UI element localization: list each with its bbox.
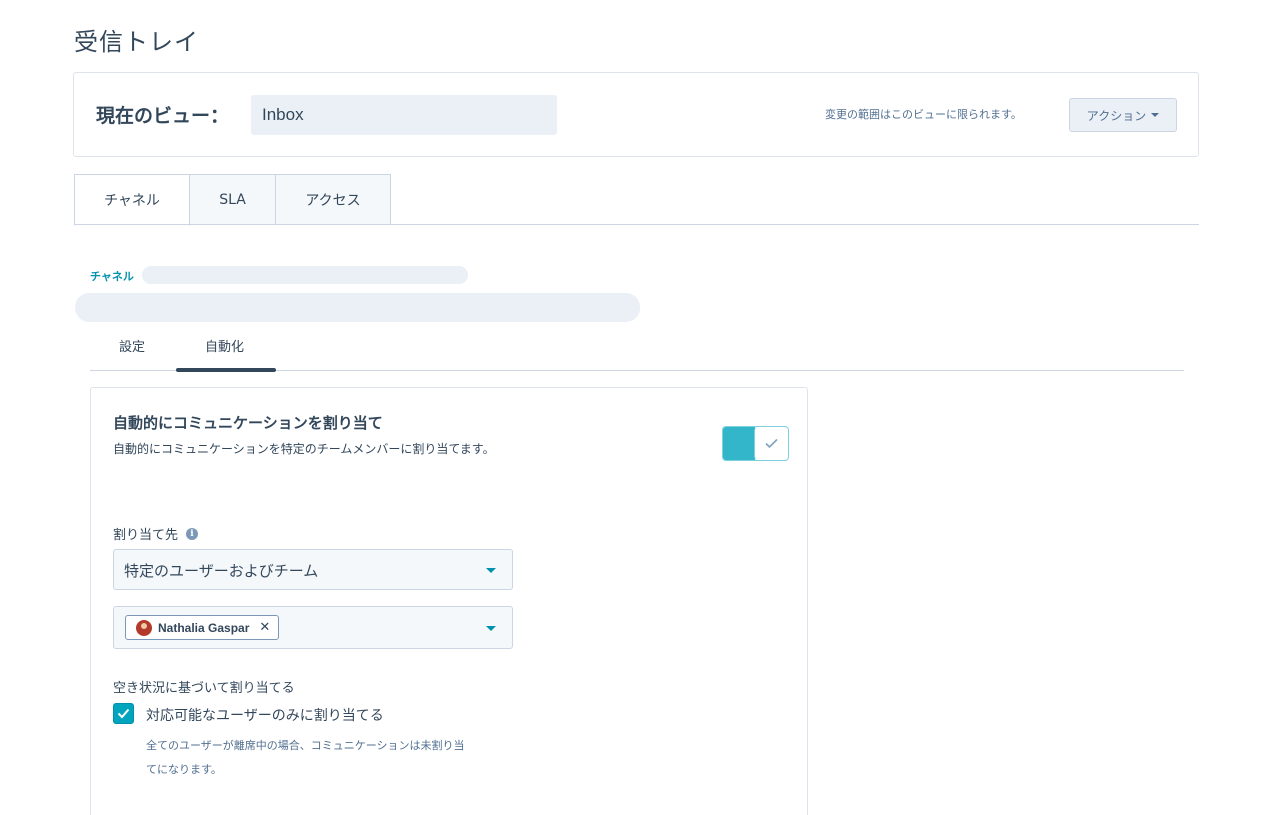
main-tabs: チャネル SLA アクセス [74, 174, 391, 226]
tab-access[interactable]: アクセス [275, 174, 391, 225]
view-name-input[interactable]: Inbox [251, 95, 557, 135]
tab-sla[interactable]: SLA [189, 174, 276, 225]
tabs-divider [74, 224, 1199, 225]
help-text-line: てになります。 [146, 763, 222, 776]
scope-note: 変更の範囲はこのビューに限られます。 [825, 108, 1022, 121]
caret-down-icon [486, 568, 496, 573]
assign-to-label: 割り当て先 i [113, 524, 199, 543]
tab-channels[interactable]: チャネル [74, 174, 190, 226]
auto-assign-description: 自動的にコミュニケーションを特定のチームメンバーに割り当てます。 [113, 442, 495, 456]
assignee-select[interactable]: Nathalia Gaspar ✕ [113, 606, 513, 649]
available-only-label: 対応可能なユーザーのみに割り当てる [146, 708, 384, 724]
assign-type-value: 特定のユーザーおよびチーム [124, 562, 319, 580]
avatar [136, 619, 152, 636]
toggle-track [723, 427, 755, 460]
availability-help-text: 全てのユーザーが離席中の場合、コミュニケーションは未割り当 てになります。 [146, 734, 526, 782]
caret-down-icon [1151, 113, 1160, 117]
assign-type-select[interactable]: 特定のユーザーおよびチーム [113, 549, 513, 590]
auto-assign-toggle[interactable] [722, 426, 789, 461]
assign-to-text: 割り当て先 [113, 528, 179, 543]
actions-dropdown-button[interactable]: アクション [1069, 98, 1177, 132]
automation-card: 自動的にコミュニケーションを割り当て 自動的にコミュニケーションを特定のチームメ… [90, 387, 808, 815]
check-icon [765, 438, 778, 449]
checkmark-icon [117, 708, 130, 719]
caret-down-icon [486, 626, 496, 631]
subtab-settings[interactable]: 設定 [119, 336, 145, 355]
page-title: 受信トレイ [74, 28, 199, 56]
loading-placeholder [142, 266, 468, 284]
auto-assign-title: 自動的にコミュニケーションを割り当て [113, 414, 383, 432]
available-only-checkbox[interactable] [113, 703, 134, 724]
info-icon[interactable]: i [186, 527, 199, 540]
actions-label: アクション [1086, 108, 1147, 123]
subtab-automation[interactable]: 自動化 [205, 336, 244, 355]
active-subtab-indicator [176, 368, 276, 372]
toggle-knob [754, 427, 788, 460]
loading-placeholder [75, 293, 640, 322]
assignee-name: Nathalia Gaspar [158, 620, 250, 635]
remove-icon[interactable]: ✕ [259, 620, 270, 635]
assignee-chip: Nathalia Gaspar ✕ [125, 615, 280, 640]
help-text-line: 全てのユーザーが離席中の場合、コミュニケーションは未割り当 [146, 739, 465, 752]
current-view-card: 現在のビュー： Inbox 変更の範囲はこのビューに限られます。 アクション [73, 72, 1199, 157]
breadcrumb-channel[interactable]: チャネル [90, 268, 134, 284]
current-view-label: 現在のビュー： [96, 105, 230, 127]
availability-label: 空き状況に基づいて割り当てる [113, 681, 295, 696]
